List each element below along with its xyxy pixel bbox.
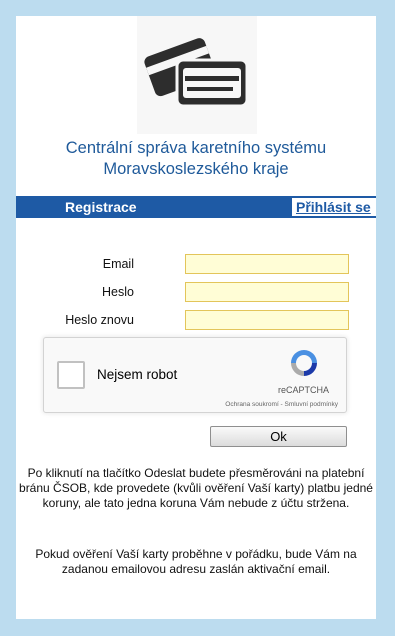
recaptcha-links[interactable]: Ochrana soukromí - Smluvní podmínky (225, 401, 338, 408)
recaptcha-label: Nejsem robot (97, 367, 178, 382)
recaptcha-widget: Nejsem robot reCAPTCHA Ochrana soukromí … (43, 337, 347, 413)
password-row: Heslo (16, 282, 376, 304)
recaptcha-logo-icon (291, 350, 317, 376)
info-paragraph-2: Pokud ověření Vaší karty proběhne v pořá… (35, 547, 357, 576)
password-label: Heslo (102, 285, 134, 299)
recaptcha-brand: reCAPTCHA (278, 385, 330, 395)
nav-register-link[interactable]: Registrace (65, 198, 137, 216)
password-repeat-field[interactable] (185, 310, 349, 330)
page-container: Centrální správa karetního systému Morav… (16, 16, 376, 619)
info-paragraph-1: Po kliknutí na tlačítko Odeslat budete p… (19, 466, 373, 510)
email-row: Email (16, 254, 376, 276)
logo (137, 16, 257, 134)
password-repeat-label: Heslo znovu (65, 313, 134, 327)
payment-cards-icon (144, 38, 249, 108)
password-repeat-row: Heslo znovu (16, 310, 376, 332)
email-field[interactable] (185, 254, 349, 274)
site-title-line2: Moravskoslezského kraje (103, 160, 289, 178)
nav-login-link[interactable]: Přihlásit se (292, 198, 376, 216)
nav-bar: Registrace Přihlásit se (16, 196, 376, 218)
site-title-line1: Centrální správa karetního systému (65, 139, 327, 157)
password-field[interactable] (185, 282, 349, 302)
site-title: Centrální správa karetního systému Morav… (16, 138, 376, 180)
ok-button[interactable]: Ok (210, 426, 347, 447)
email-label: Email (102, 257, 134, 271)
recaptcha-checkbox[interactable] (57, 361, 85, 389)
